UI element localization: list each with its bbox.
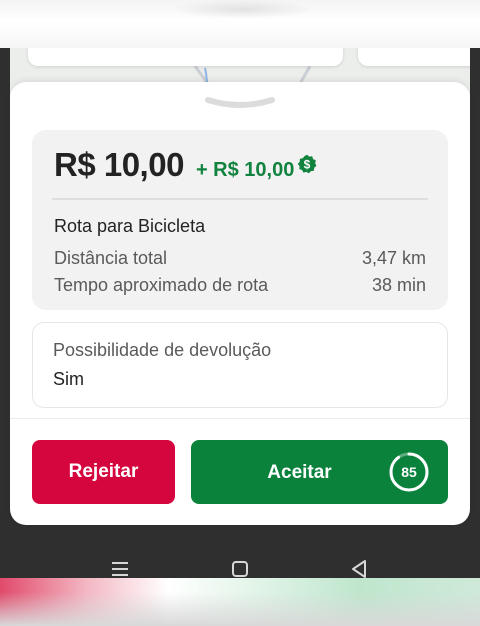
back-icon[interactable] <box>348 558 370 580</box>
distance-value: 3,47 km <box>361 248 426 268</box>
time-value: 38 min <box>371 275 426 295</box>
svg-text:$: $ <box>304 157 311 171</box>
time-label: Tempo aproximado de rota <box>54 275 269 295</box>
distance-row: Distância total 3,47 km <box>54 248 426 269</box>
route-type-title: Rota para Bicicleta <box>54 216 206 236</box>
map-card-left <box>28 48 343 66</box>
time-row: Tempo aproximado de rota 38 min <box>54 275 426 296</box>
return-label: Possibilidade de devolução <box>53 340 272 360</box>
return-info-card: Possibilidade de devolução Sim <box>32 322 448 408</box>
dollar-coin-icon: $ <box>297 154 317 174</box>
map-card-right <box>358 48 470 66</box>
actions-separator <box>10 418 470 419</box>
summary-divider <box>52 198 428 200</box>
status-bar-blur <box>175 0 310 18</box>
drag-handle[interactable] <box>205 96 275 110</box>
price-row: R$ 10,00 + R$ 10,00 <box>54 146 294 184</box>
home-icon[interactable] <box>229 558 251 580</box>
offer-summary-card: R$ 10,00 + R$ 10,00 $ Rota para Biciclet… <box>32 130 448 310</box>
offer-price: R$ 10,00 <box>54 146 184 183</box>
reject-button[interactable]: Rejeitar <box>32 440 175 504</box>
countdown-seconds: 85 <box>401 464 417 480</box>
return-value: Sim <box>53 369 84 389</box>
status-bar <box>0 0 480 48</box>
bottom-overlay-strip <box>0 578 480 626</box>
offer-bottom-sheet: R$ 10,00 + R$ 10,00 $ Rota para Biciclet… <box>10 82 470 525</box>
menu-icon[interactable] <box>109 558 131 580</box>
distance-label: Distância total <box>54 248 168 268</box>
accept-button-label: Aceitar <box>267 462 332 483</box>
accept-button[interactable]: Aceitar 85 <box>191 440 448 504</box>
bonus-amount: + R$ 10,00 <box>195 159 295 181</box>
